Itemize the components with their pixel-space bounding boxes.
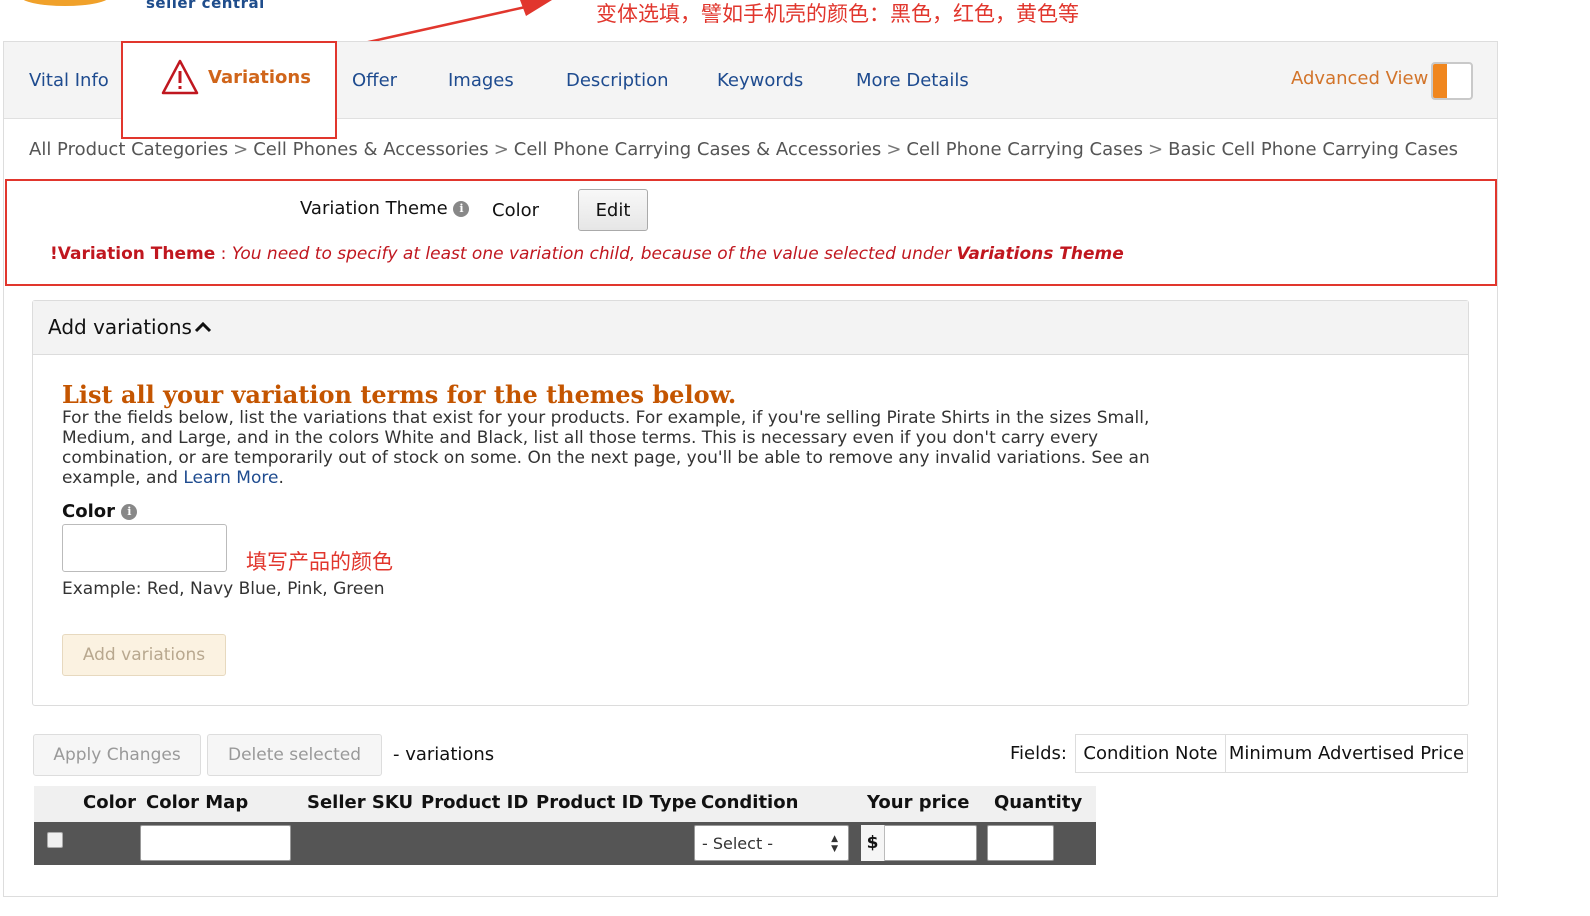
quantity-input[interactable]: [987, 825, 1054, 861]
advanced-view-label: Advanced View: [1291, 68, 1429, 89]
tab-variations[interactable]: Variations: [160, 58, 311, 96]
column-header-product-id-type: Product ID Type: [536, 792, 697, 813]
logo-swoosh: [20, 0, 110, 6]
column-header-color: Color: [83, 792, 136, 813]
delete-selected-button[interactable]: Delete selected: [207, 734, 382, 776]
variation-terms-heading: List all your variation terms for the th…: [62, 380, 737, 409]
column-header-condition: Condition: [701, 792, 799, 813]
logo-text: seller central: [146, 0, 265, 12]
variation-theme-value: Color: [492, 200, 539, 221]
edit-theme-button[interactable]: Edit: [578, 189, 648, 231]
color-example: Example: Red, Navy Blue, Pink, Green: [62, 579, 385, 599]
price-input[interactable]: [886, 826, 976, 860]
tab-more-details[interactable]: More Details: [856, 70, 969, 91]
tab-images[interactable]: Images: [448, 70, 514, 91]
variations-count: - variations: [393, 744, 495, 765]
condition-note-field-button[interactable]: Condition Note: [1075, 734, 1226, 773]
color-input[interactable]: [62, 524, 227, 572]
info-icon[interactable]: i: [121, 504, 138, 520]
column-header-color-map: Color Map: [146, 792, 249, 813]
condition-select[interactable]: - Select - ▲ ▼: [694, 825, 849, 861]
tab-vital-info[interactable]: Vital Info: [29, 70, 109, 91]
annotation-color-note: 填写产品的颜色: [246, 550, 393, 574]
select-arrows-icon: ▲ ▼: [831, 834, 838, 854]
breadcrumb-item[interactable]: Cell Phone Carrying Cases & Accessories: [514, 139, 882, 160]
row-select-checkbox[interactable]: [47, 832, 63, 848]
annotation-variant-note: 变体选填，譬如手机壳的颜色：黑色，红色，黄色等: [596, 2, 1079, 26]
info-icon[interactable]: i: [453, 201, 470, 217]
tab-keywords[interactable]: Keywords: [717, 70, 803, 91]
column-header-seller-sku: Seller SKU: [307, 792, 414, 813]
add-variations-button[interactable]: Add variations: [62, 634, 226, 676]
add-variations-header: [33, 301, 1468, 355]
chevron-up-icon: [194, 321, 211, 333]
variation-theme-label: Variation Theme i: [300, 198, 470, 219]
color-field-label: Color i: [62, 501, 138, 522]
currency-symbol: $: [861, 825, 885, 861]
fields-label: Fields:: [1010, 743, 1067, 764]
breadcrumb: All Product Categories > Cell Phones & Acc…: [29, 139, 1459, 160]
color-map-input[interactable]: [140, 825, 291, 861]
apply-changes-button[interactable]: Apply Changes: [33, 734, 201, 776]
column-header-quantity: Quantity: [994, 792, 1083, 813]
warning-icon: [161, 59, 199, 95]
tab-offer[interactable]: Offer: [352, 70, 397, 91]
variation-theme-error: !Variation Theme : You need to specify a…: [50, 244, 1124, 264]
variation-terms-description: For the fields below, list the variation…: [62, 408, 1150, 488]
learn-more-link[interactable]: Learn More: [183, 468, 278, 488]
variation-theme-panel: [5, 179, 1497, 286]
column-header-product-id: Product ID: [421, 792, 529, 813]
tab-variations-label: Variations: [208, 66, 311, 88]
min-advertised-price-field-button[interactable]: Minimum Advertised Price: [1225, 734, 1468, 773]
advanced-view-toggle[interactable]: [1431, 62, 1473, 100]
breadcrumb-item[interactable]: All Product Categories: [29, 139, 228, 160]
column-header-your-price: Your price: [867, 792, 970, 813]
breadcrumb-item[interactable]: Basic Cell Phone Carrying Cases: [1168, 139, 1458, 160]
breadcrumb-item[interactable]: Cell Phones & Accessories: [253, 139, 488, 160]
add-variations-panel: [32, 300, 1469, 706]
breadcrumb-item[interactable]: Cell Phone Carrying Cases: [906, 139, 1143, 160]
add-variations-toggle[interactable]: Add variations: [48, 315, 212, 339]
tab-description[interactable]: Description: [566, 70, 669, 91]
